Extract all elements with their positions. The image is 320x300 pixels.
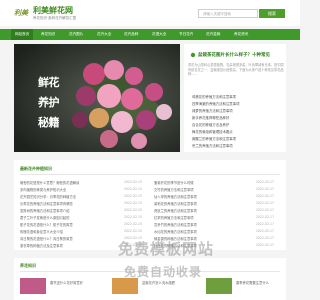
site-logo[interactable]: 利美 (14, 8, 28, 18)
list-date: 2022-02-15 (124, 215, 142, 219)
nav-item[interactable]: 养花知识 (41, 29, 55, 40)
side-list-item[interactable]: 新手养花推荐哪些品种好 (192, 115, 284, 120)
bullet-icon (190, 52, 196, 58)
hero-caption: 养护 (38, 96, 60, 109)
side-list-item[interactable]: 梅花的栽培和管理技术要点 (192, 129, 284, 134)
list-date: 2022-02-15 (124, 229, 142, 233)
pic-list-item[interactable]: 春季养花需要注意什么 (236, 280, 284, 285)
section-title: 养花知识 (20, 263, 36, 268)
list-date: 2022-02-17 (256, 243, 274, 247)
list-item[interactable]: 水仙花的养殖方法和注意事项 (154, 229, 244, 234)
list-date: 2022-02-17 (256, 201, 274, 205)
nav-item[interactable]: 节日花卉 (179, 29, 193, 40)
list-item[interactable]: 红掌的养殖方法和注意事项 (154, 215, 244, 220)
list-date: 2022-02-17 (256, 187, 274, 191)
featured-title[interactable]: 盆栽茶花图片长什么样子？十种常见 (198, 52, 270, 58)
list-item[interactable]: 葡萄的花语是什么意思？葡萄的花语解读 (20, 180, 110, 185)
list-item[interactable]: 多肉植物的种类与养护知识大全 (20, 187, 110, 192)
hero-banner[interactable]: 鲜花 养护 秘籍 (14, 44, 180, 152)
nav-item[interactable]: 花卉品种 (124, 29, 138, 40)
list-item[interactable]: 雏菊开花的季节是什么时候 (154, 180, 244, 185)
side-list-item[interactable]: 吊兰的养殖方法和注意事项 (192, 143, 284, 148)
pic-list-item[interactable]: 盆栽花卉怎么浇水施肥 (142, 280, 202, 285)
list-date: 2022-02-15 (124, 194, 142, 198)
header: 利美 利美鲜花网 养花知识·各种花卉解答汇整 请输入关键字搜索 搜索 (0, 0, 300, 26)
divider (20, 174, 280, 175)
list-item[interactable]: 文竹的养殖方法和注意事项 (154, 187, 244, 192)
side-list-item[interactable]: 鸡蛋花的养殖方法和注意事项 (192, 94, 284, 99)
list-date: 2022-02-17 (256, 236, 274, 240)
search-input[interactable]: 请输入关键字搜索 (198, 9, 258, 18)
list-date: 2022-02-15 (124, 201, 142, 205)
site-subtitle: 养花知识·各种花卉解答汇整 (33, 16, 77, 20)
side-list-item[interactable]: 蝴蝶兰的养殖方法和注意事项 (192, 136, 284, 141)
site-title[interactable]: 利美鲜花网 (33, 5, 73, 16)
search-button[interactable]: 搜索 (259, 9, 285, 18)
nav-item-home[interactable]: 网站首页 (11, 29, 34, 40)
list-item[interactable]: 发财树的养殖方法和注意事项介绍 (20, 208, 110, 213)
side-list-item[interactable]: 四季海棠的养殖方法和注意事项 (192, 101, 284, 106)
list-date: 2022-02-15 (124, 222, 142, 226)
hero-caption: 秘籍 (38, 116, 60, 129)
hero-caption: 鲜花 (38, 76, 60, 89)
nav-item[interactable]: 花卉大全 (97, 29, 111, 40)
list-item[interactable]: 花卉园艺知识分享：月季花的种植方法 (20, 194, 110, 199)
list-date: 2022-02-15 (124, 208, 142, 212)
side-list-item[interactable]: 百合花的种植方法及养护 (192, 122, 284, 127)
list-date: 2022-02-17 (256, 180, 274, 184)
list-date: 2022-02-17 (256, 222, 274, 226)
nav-item[interactable]: 花语大全 (152, 29, 166, 40)
thumbnail-image[interactable] (112, 278, 138, 294)
list-item[interactable]: 虎皮兰的养殖方法和注意事项 (154, 208, 244, 213)
list-item[interactable]: 富贵竹的养殖方法和注意事项 (154, 222, 244, 227)
watermark-text: 免费自动收录 (124, 265, 203, 279)
list-item[interactable]: 长寿花的养殖方法和注意事项有哪些 (20, 201, 110, 206)
side-list-item[interactable]: 绿萝的养殖方法和注意事项 (192, 108, 284, 113)
list-item[interactable]: 茉莉花的养殖方法和注意事项 (154, 201, 244, 206)
thumbnail-image[interactable] (20, 278, 46, 294)
nav-item[interactable]: 花卉图片 (69, 29, 83, 40)
list-item[interactable]: 栀子花的花语是什么？栀子花的寓意 (20, 222, 110, 227)
list-item[interactable]: 仙人掌的养殖方法和注意事项 (154, 194, 244, 199)
section-title: 最新花卉种植知识 (20, 166, 52, 171)
list-item[interactable]: 薰衣草的种植方法及注意事项 (20, 243, 110, 248)
list-date: 2022-02-17 (256, 215, 274, 219)
list-item[interactable]: 君子兰叶子发黄是什么原因引起的 (20, 215, 110, 220)
watermark-text: 免费模板网站 (118, 240, 215, 258)
list-date: 2022-02-17 (256, 208, 274, 212)
nav-item[interactable]: 养花资讯 (234, 29, 248, 40)
nav-item[interactable]: 花卉盆栽 (206, 29, 220, 40)
list-date: 2022-02-15 (124, 180, 142, 184)
list-item[interactable]: 玫瑰花语和象征意义大全介绍 (20, 229, 110, 234)
list-date: 2022-02-17 (256, 229, 274, 233)
list-item[interactable]: 向日葵的花语是什么？向日葵的寓意 (20, 236, 110, 241)
thumbnail-image[interactable] (206, 278, 232, 294)
list-date: 2022-02-17 (256, 194, 274, 198)
list-date: 2022-02-15 (124, 187, 142, 191)
featured-summary: 茶花为山茶科山茶属植物，花朵艳丽多姿，叶色翠绿有光泽，是中国传统名花之一，盆栽观… (188, 63, 284, 77)
main-nav: 网站首页 养花知识 花卉图片 花卉大全 花卉品种 花语大全 节日花卉 花卉盆栽 … (0, 29, 300, 40)
